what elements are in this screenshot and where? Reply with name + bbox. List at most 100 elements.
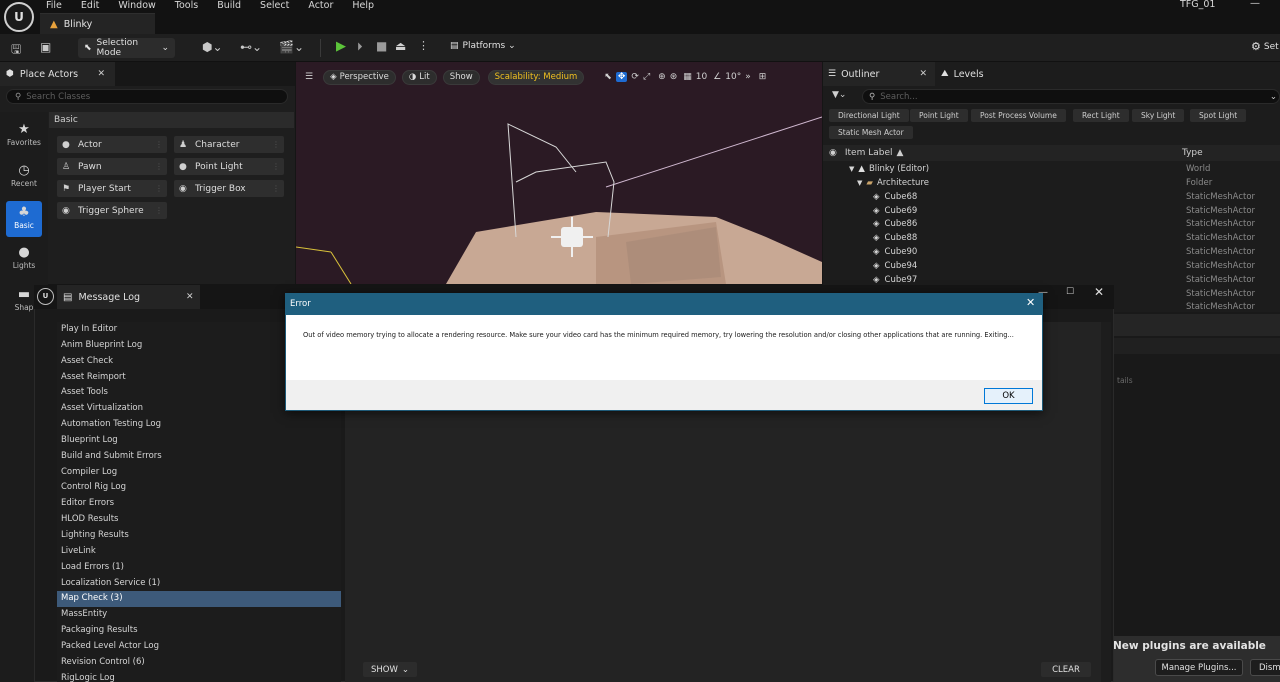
save-icon[interactable]: 🖫 <box>11 40 21 61</box>
filter-chip[interactable]: Static Mesh Actor <box>829 126 913 139</box>
tab-message-log[interactable]: ▤ Message Log <box>57 285 200 309</box>
menu-help[interactable]: Help <box>352 0 374 10</box>
list-item[interactable]: LiveLink <box>57 544 341 560</box>
category-basic[interactable]: ♣ Basic <box>6 201 42 237</box>
search-classes-input[interactable]: ⚲ Search Classes <box>6 89 288 104</box>
add-actor-icon[interactable]: ⬢⌄ <box>202 40 223 54</box>
actor-item-trigger-sphere[interactable]: ◉ Trigger Sphere ⋮ <box>57 202 167 219</box>
angle-icon[interactable]: ∠ <box>713 72 721 82</box>
category-lights[interactable]: ● Lights <box>0 245 48 275</box>
show-filter-button[interactable]: SHOW ⌄ <box>363 662 417 677</box>
clear-button[interactable]: CLEAR <box>1041 662 1091 677</box>
actor-item-trigger-box[interactable]: ◉ Trigger Box ⋮ <box>174 180 284 197</box>
filter-chip[interactable]: Rect Light <box>1073 109 1129 122</box>
list-item[interactable]: Compiler Log <box>57 465 341 481</box>
outliner-row[interactable]: ◈ Cube88 StaticMeshActor <box>823 231 1280 245</box>
lit-button[interactable]: ◑ Lit <box>401 69 437 85</box>
manage-plugins-button[interactable]: Manage Plugins... <box>1155 659 1243 676</box>
outliner-row[interactable]: ◈ Cube68 StaticMeshActor <box>823 190 1280 204</box>
show-button[interactable]: Show <box>442 69 480 85</box>
cinematics-icon[interactable]: 🎬⌄ <box>279 40 304 54</box>
basic-section-header[interactable]: Basic <box>49 112 294 128</box>
level-viewport[interactable] <box>296 62 822 284</box>
list-item[interactable]: Load Errors (1) <box>57 560 341 576</box>
translate-icon[interactable]: ✥ <box>615 72 628 82</box>
select-icon[interactable]: ⬉ <box>604 72 612 82</box>
list-item[interactable]: Lighting Results <box>57 528 341 544</box>
actor-item-actor[interactable]: ● Actor ⋮ <box>57 136 167 153</box>
list-item-selected[interactable]: Map Check (3) <box>57 591 341 608</box>
blueprints-icon[interactable]: ⊷⌄ <box>240 40 262 54</box>
outliner-row[interactable]: ▼ ▲ Blinky (Editor) World <box>823 162 1280 176</box>
outliner-row[interactable]: ◈ Cube94 StaticMeshActor <box>823 259 1280 273</box>
list-item[interactable]: Localization Service (1) <box>57 576 341 592</box>
list-item[interactable]: Packed Level Actor Log <box>57 639 341 655</box>
tab-outliner[interactable]: ☰ Outliner ✕ <box>823 62 935 86</box>
selection-mode-dropdown[interactable]: ⬉ Selection Mode ⌄ <box>78 38 175 58</box>
ok-button[interactable]: OK <box>984 388 1033 404</box>
close-icon[interactable]: ✕ <box>919 69 927 79</box>
outliner-row[interactable]: ◈ Cube86 StaticMeshActor <box>823 217 1280 231</box>
filter-chip[interactable]: Sky Light <box>1132 109 1185 122</box>
expand-icon[interactable]: ▼ <box>849 165 854 173</box>
more-options-icon[interactable]: ⋮ <box>418 39 429 52</box>
list-item[interactable]: Packaging Results <box>57 623 341 639</box>
list-item[interactable]: HLOD Results <box>57 512 341 528</box>
filter-chip[interactable]: Spot Light <box>1190 109 1247 122</box>
list-item[interactable]: RigLogic Log <box>57 671 341 682</box>
minimize-button[interactable]: — <box>1250 0 1260 9</box>
hamburger-icon[interactable]: ☰ <box>305 72 313 82</box>
grid-icon[interactable]: ▦ <box>683 72 692 82</box>
content-browser-icon[interactable]: ▣ <box>40 40 51 54</box>
level-tab[interactable]: ▲ Blinky <box>40 13 155 34</box>
unreal-logo-icon[interactable]: U <box>4 2 34 32</box>
item-label-column[interactable]: Item Label <box>845 148 893 158</box>
actor-item-player-start[interactable]: ⚑ Player Start ⋮ <box>57 180 167 197</box>
close-icon[interactable]: ✕ <box>186 292 194 302</box>
list-item[interactable]: Editor Errors <box>57 496 341 512</box>
actor-item-pawn[interactable]: ♙ Pawn ⋮ <box>57 158 167 175</box>
scale-icon[interactable]: ⤢ <box>643 72 650 82</box>
actor-item-point-light[interactable]: ● Point Light ⋮ <box>174 158 284 175</box>
dismiss-button[interactable]: Dism <box>1250 659 1280 676</box>
close-icon[interactable]: ✕ <box>1026 296 1035 309</box>
window-maximize-icon[interactable]: ☐ <box>1066 287 1074 297</box>
menu-edit[interactable]: Edit <box>81 0 99 10</box>
grid-size[interactable]: 10 <box>696 72 707 82</box>
tab-place-actors[interactable]: ⬢ Place Actors ✕ <box>0 62 115 86</box>
close-icon[interactable]: ✕ <box>97 69 105 79</box>
play-icon[interactable]: ▶ <box>336 39 346 54</box>
eye-icon[interactable]: ◉ <box>829 148 837 158</box>
filter-chip[interactable]: Post Process Volume <box>971 109 1066 122</box>
expand-icon[interactable]: ▼ <box>857 179 862 187</box>
list-item[interactable]: Automation Testing Log <box>57 417 341 433</box>
step-icon[interactable]: ⏵ <box>357 40 363 54</box>
stop-icon[interactable]: ■ <box>376 39 387 53</box>
menu-select[interactable]: Select <box>260 0 289 10</box>
menu-build[interactable]: Build <box>217 0 241 10</box>
list-item[interactable]: Build and Submit Errors <box>57 449 341 465</box>
list-item[interactable]: MassEntity <box>57 607 341 623</box>
actor-item-character[interactable]: ♟ Character ⋮ <box>174 136 284 153</box>
menu-actor[interactable]: Actor <box>308 0 333 10</box>
outliner-row[interactable]: ◈ Cube90 StaticMeshActor <box>823 245 1280 259</box>
rotate-icon[interactable]: ⟳ <box>631 72 639 82</box>
log-scrollbar[interactable] <box>1101 322 1111 682</box>
eject-icon[interactable]: ⏏ <box>395 39 406 53</box>
globe-icon[interactable]: ⊕ <box>658 72 666 82</box>
filter-chip[interactable]: Point Light <box>910 109 968 122</box>
settings-button[interactable]: ⚙ Set <box>1251 40 1279 53</box>
perspective-button[interactable]: ◈ Perspective <box>323 69 396 85</box>
platforms-dropdown[interactable]: ▤ Platforms ⌄ <box>450 41 516 51</box>
filter-chip[interactable]: Directional Light <box>829 109 909 122</box>
menu-window[interactable]: Window <box>118 0 155 10</box>
more-icon[interactable]: » <box>745 72 751 82</box>
filter-icon[interactable]: ▼⌄ <box>832 90 846 100</box>
scalability-warning[interactable]: Scalability: Medium <box>487 69 585 85</box>
window-close-icon[interactable]: ✕ <box>1094 285 1104 299</box>
surface-snap-icon[interactable]: ⊛ <box>670 72 678 82</box>
layout-icon[interactable]: ⊞ <box>759 72 767 82</box>
outliner-search-input[interactable]: ⚲ Search... ⌄ <box>862 89 1280 104</box>
type-column[interactable]: Type <box>1182 148 1203 158</box>
outliner-row[interactable]: ▼ ▰ Architecture Folder <box>823 176 1280 190</box>
